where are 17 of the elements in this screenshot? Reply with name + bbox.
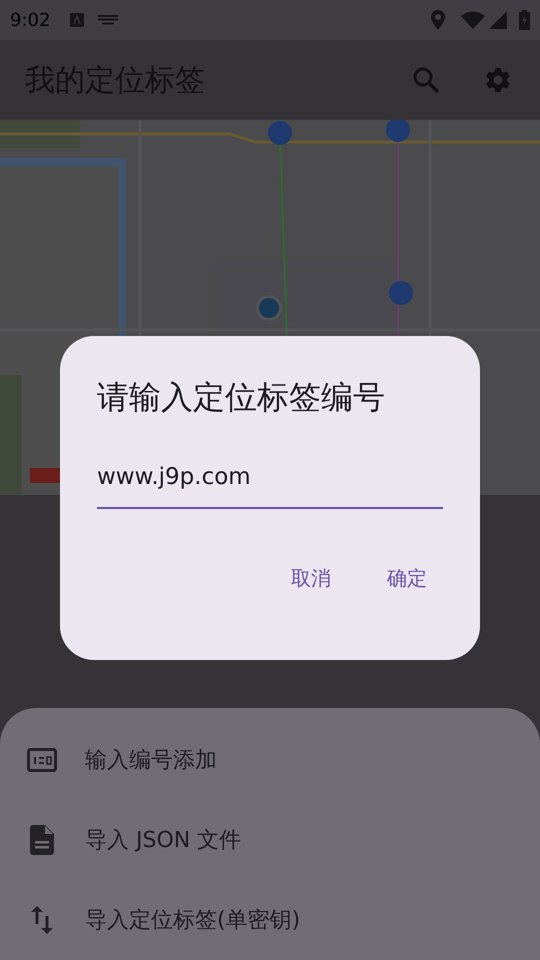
number-pad-icon	[27, 748, 57, 772]
menu-item[interactable]: 导入定位标签(单密钥)	[0, 880, 540, 960]
document-icon	[30, 825, 54, 855]
search-icon	[413, 67, 439, 93]
menu-item[interactable]: 输入编号添加	[0, 720, 540, 800]
status-time: 9:02	[10, 8, 52, 32]
up-down-arrows-icon	[31, 906, 53, 934]
battery-icon	[519, 10, 530, 30]
signal-icon	[489, 11, 507, 29]
location-icon	[431, 10, 445, 30]
menu-item[interactable]: 导入 JSON 文件	[0, 800, 540, 880]
dialog-button[interactable]: 取消	[283, 558, 339, 596]
wifi-icon	[461, 11, 485, 29]
keyboard-icon	[98, 15, 118, 25]
dialog-button[interactable]: 确定	[379, 558, 435, 596]
input-field[interactable]: www.j9p.com	[97, 460, 443, 508]
dialog-title: 请输入定位标签编号	[97, 377, 386, 418]
